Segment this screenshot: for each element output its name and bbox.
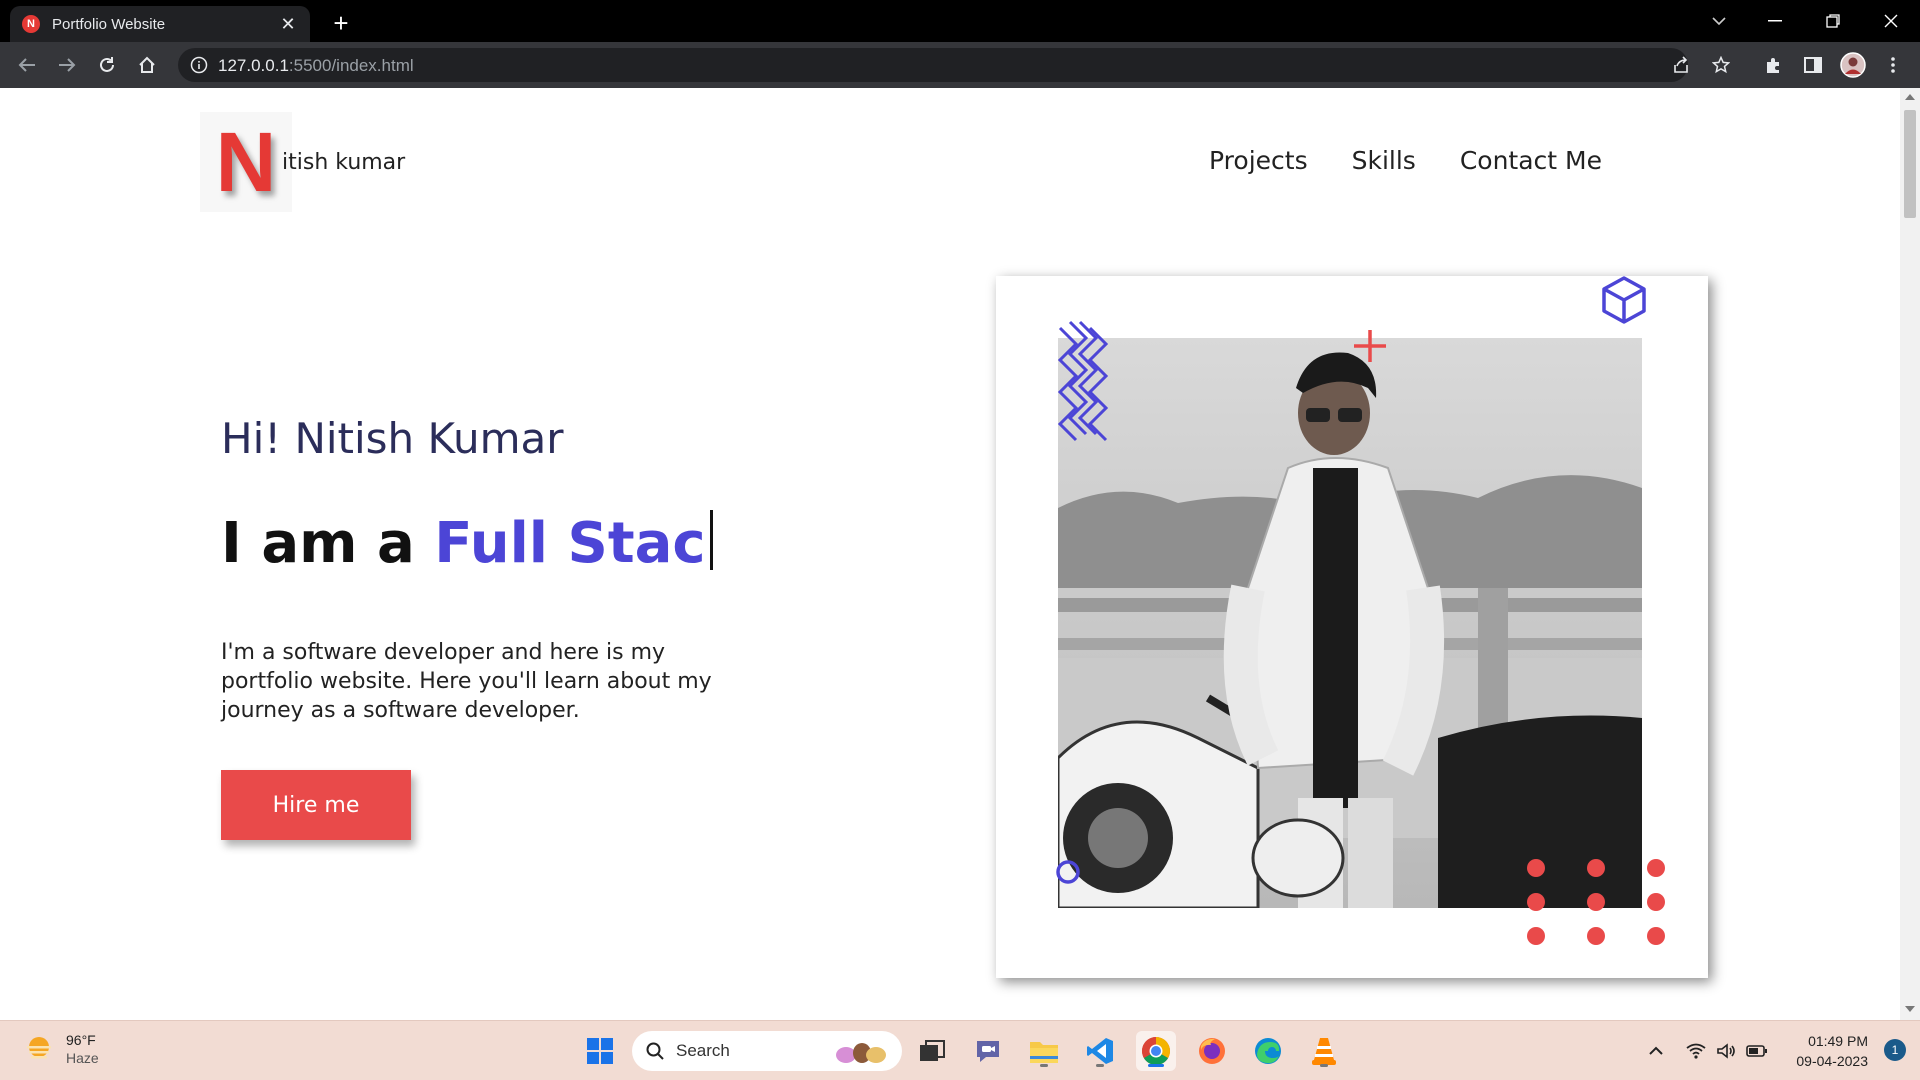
active-indicator	[1148, 1064, 1164, 1067]
logo-badge: N	[200, 112, 292, 212]
dots-decoration	[1527, 859, 1665, 945]
taskbar-clock[interactable]: 01:49 PM 09-04-2023	[1796, 1031, 1868, 1071]
start-button[interactable]	[580, 1031, 620, 1071]
weather-temp: 96°F	[66, 1032, 96, 1048]
zigzag-decoration	[1057, 320, 1109, 442]
system-tray	[1648, 1035, 1768, 1067]
notification-badge[interactable]: 1	[1884, 1039, 1906, 1061]
clock-date: 09-04-2023	[1796, 1053, 1868, 1069]
home-icon[interactable]	[132, 50, 162, 80]
url-path: :5500/index.html	[288, 56, 414, 75]
typed-role: Full Stac	[434, 511, 706, 576]
typing-caret	[709, 510, 713, 570]
tray-overflow-chevron-icon[interactable]	[1648, 1046, 1664, 1056]
site-logo[interactable]: N itish kumar	[200, 112, 405, 212]
url-text[interactable]: 127.0.0.1:5500/index.html	[218, 56, 414, 76]
browser-tab-bar: N Portfolio Website ✕ +	[0, 0, 1920, 42]
browser-toolbar: 127.0.0.1:5500/index.html	[0, 42, 1920, 88]
vlc-icon[interactable]	[1304, 1031, 1344, 1071]
teams-chat-icon[interactable]	[968, 1031, 1008, 1071]
forward-icon[interactable]	[52, 50, 82, 80]
nav-link-skills[interactable]: Skills	[1352, 146, 1416, 175]
logo-letter: N	[215, 114, 277, 209]
restore-icon[interactable]	[1810, 6, 1856, 36]
scroll-up-icon[interactable]	[1905, 94, 1915, 100]
volume-icon[interactable]	[1716, 1043, 1736, 1059]
new-tab-icon[interactable]: +	[326, 8, 356, 38]
page-viewport: N itish kumar Projects Skills Contact Me…	[0, 88, 1900, 1020]
running-indicator	[1040, 1064, 1048, 1067]
nav-link-contact[interactable]: Contact Me	[1460, 146, 1602, 175]
clock-time: 01:49 PM	[1808, 1033, 1868, 1049]
tab-close-icon[interactable]: ✕	[278, 14, 298, 35]
file-explorer-icon[interactable]	[1024, 1031, 1064, 1071]
search-highlight-icon	[836, 1043, 886, 1063]
weather-desc: Haze	[66, 1050, 99, 1066]
os-taskbar: 96°F Haze Search 01:49 PM 09-04-2023 1	[0, 1020, 1920, 1080]
ring-decoration-icon	[1056, 860, 1080, 884]
tab-title: Portfolio Website	[52, 15, 166, 33]
tab-search-chevron-icon[interactable]	[1696, 6, 1742, 36]
edge-icon[interactable]	[1248, 1031, 1288, 1071]
hero-greeting: Hi! Nitish Kumar	[221, 414, 564, 463]
hero-photo-card	[996, 276, 1708, 978]
close-window-icon[interactable]	[1868, 6, 1914, 36]
hire-me-button[interactable]: Hire me	[221, 770, 411, 840]
scroll-thumb[interactable]	[1904, 110, 1916, 218]
minimize-icon[interactable]	[1752, 6, 1798, 36]
profile-photo	[1058, 338, 1642, 908]
address-bar[interactable]: 127.0.0.1:5500/index.html	[178, 48, 1688, 82]
running-indicator	[1096, 1064, 1104, 1067]
running-indicator	[1320, 1064, 1328, 1067]
url-host: 127.0.0.1	[218, 56, 289, 75]
hero-intro: I'm a software developer and here is my …	[221, 640, 712, 723]
vscode-icon[interactable]	[1080, 1031, 1120, 1071]
profile-avatar[interactable]	[1838, 50, 1868, 80]
chrome-icon[interactable]	[1136, 1031, 1176, 1071]
scroll-down-icon[interactable]	[1905, 1006, 1915, 1012]
taskbar-search[interactable]: Search	[632, 1031, 902, 1071]
site-info-icon[interactable]	[190, 56, 208, 74]
bookmark-star-icon[interactable]	[1706, 50, 1736, 80]
haze-weather-icon	[27, 1037, 51, 1059]
search-icon	[646, 1042, 664, 1060]
plus-decoration-icon	[1354, 330, 1386, 362]
headline-prefix: I am a	[221, 511, 435, 576]
extensions-icon[interactable]	[1758, 50, 1788, 80]
back-icon[interactable]	[12, 50, 42, 80]
wifi-icon[interactable]	[1686, 1043, 1706, 1059]
firefox-icon[interactable]	[1192, 1031, 1232, 1071]
favicon-icon: N	[22, 15, 40, 33]
task-view-icon[interactable]	[912, 1031, 952, 1071]
side-panel-icon[interactable]	[1798, 50, 1828, 80]
windows-logo-icon	[587, 1038, 613, 1064]
share-icon[interactable]	[1666, 50, 1696, 80]
browser-tab[interactable]: N Portfolio Website ✕	[10, 6, 310, 42]
battery-icon[interactable]	[1746, 1044, 1768, 1058]
cube-icon	[1602, 276, 1646, 324]
hero-headline: I am a Full Stac	[221, 510, 713, 576]
search-placeholder: Search	[676, 1041, 730, 1060]
browser-menu-icon[interactable]	[1878, 50, 1908, 80]
nav-link-projects[interactable]: Projects	[1209, 146, 1308, 175]
page-scrollbar[interactable]	[1900, 88, 1920, 1020]
logo-text: itish kumar	[282, 149, 406, 175]
reload-icon[interactable]	[92, 50, 122, 80]
main-nav: Projects Skills Contact Me	[1209, 146, 1602, 175]
weather-widget[interactable]: 96°F Haze	[24, 1031, 99, 1067]
